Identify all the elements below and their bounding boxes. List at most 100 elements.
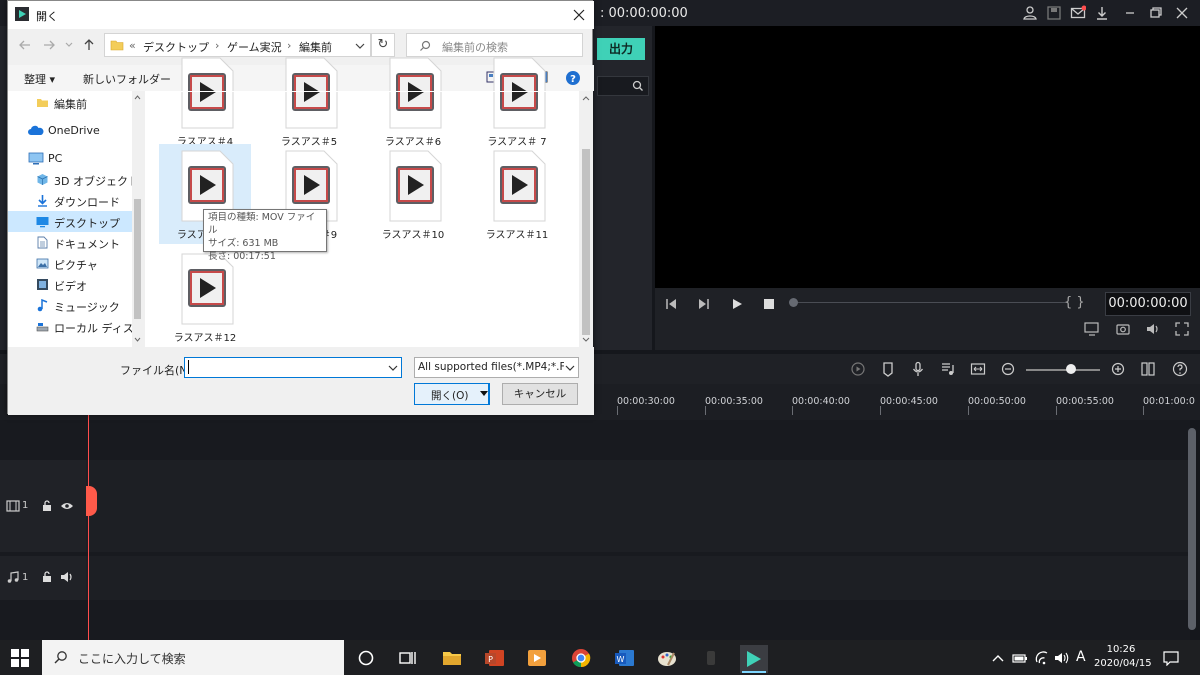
history-dropdown-icon[interactable] <box>64 41 74 49</box>
nav-item-videos[interactable]: ビデオ <box>8 274 132 295</box>
paint-icon[interactable] <box>656 647 678 669</box>
preview-scrubber[interactable] <box>795 302 1067 303</box>
forward-arrow-icon[interactable] <box>42 38 56 52</box>
video-file-item[interactable]: ラスアス＃6 <box>367 51 459 151</box>
scrubber-handle[interactable] <box>789 298 798 307</box>
nav-item-downloads[interactable]: ダウンロード <box>8 190 132 211</box>
file-type-filter[interactable]: All supported files(*.MP4;*.FLV; <box>414 357 579 378</box>
nav-item-onedrive[interactable]: OneDrive <box>8 120 132 141</box>
zoom-out-icon[interactable] <box>1000 361 1016 377</box>
organize-button[interactable]: 整理 ▾ <box>24 71 55 87</box>
mark-in-out-icon[interactable]: { } <box>1064 295 1085 310</box>
zoom-in-icon[interactable] <box>1110 361 1126 377</box>
file-explorer-icon[interactable] <box>441 647 463 669</box>
step-back-icon[interactable] <box>664 297 678 311</box>
media-search-input[interactable] <box>597 76 649 96</box>
nav-item-folder[interactable]: 編集前 <box>8 92 132 113</box>
audio-track[interactable] <box>0 556 1190 600</box>
mail-icon[interactable] <box>1070 5 1086 21</box>
export-button[interactable]: 出力 <box>597 38 645 60</box>
app-icon[interactable] <box>700 647 722 669</box>
speaker-icon[interactable] <box>60 570 74 584</box>
filename-input[interactable] <box>184 357 402 378</box>
task-view-icon[interactable] <box>396 647 418 669</box>
new-folder-button[interactable]: 新しいフォルダー <box>83 71 171 87</box>
video-file-item[interactable]: ラスアス＃4 <box>159 51 251 151</box>
open-button-label: 開く(O) <box>431 390 469 402</box>
nav-item-pc[interactable]: PC <box>8 148 132 169</box>
battery-icon[interactable] <box>1012 651 1028 665</box>
nav-scroll-thumb[interactable] <box>134 199 141 319</box>
windows-start-icon[interactable] <box>10 648 30 668</box>
display-settings-icon[interactable] <box>1084 322 1100 336</box>
eye-icon[interactable] <box>60 499 74 513</box>
cancel-button[interactable]: キャンセル <box>502 383 578 405</box>
chevron-down-icon[interactable] <box>388 365 398 372</box>
video-file-item[interactable]: ラスアス＃5 <box>263 51 355 151</box>
help-icon[interactable] <box>1172 361 1188 377</box>
scroll-down-icon[interactable] <box>134 337 141 343</box>
chevron-down-icon[interactable] <box>355 42 365 50</box>
account-icon[interactable] <box>1022 5 1038 21</box>
volume-icon[interactable] <box>1146 322 1160 336</box>
voiceover-list-icon[interactable] <box>940 361 956 377</box>
nav-item-documents[interactable]: ドキュメント <box>8 232 132 253</box>
video-track[interactable] <box>0 460 1190 552</box>
back-arrow-icon[interactable] <box>18 38 32 52</box>
breadcrumb-overflow[interactable]: « <box>129 39 136 52</box>
chevron-down-icon[interactable] <box>565 365 575 372</box>
word-icon[interactable]: W <box>614 647 636 669</box>
scroll-down-icon[interactable] <box>582 337 590 343</box>
restore-icon[interactable] <box>1148 5 1164 21</box>
lock-icon[interactable] <box>40 570 54 584</box>
play-icon[interactable] <box>730 297 744 311</box>
chevron-up-icon[interactable] <box>990 650 1006 666</box>
stop-icon[interactable] <box>762 297 776 311</box>
help-icon[interactable]: ? <box>565 70 581 86</box>
playhead-handle[interactable] <box>86 486 97 516</box>
open-dropdown-icon[interactable] <box>480 391 488 397</box>
up-arrow-icon[interactable] <box>82 38 96 52</box>
notification-icon[interactable] <box>1162 650 1180 666</box>
nav-item-3d-objects[interactable]: 3D オブジェクト <box>8 169 132 190</box>
wifi-icon[interactable] <box>1034 650 1050 666</box>
close-window-icon[interactable] <box>1174 5 1190 21</box>
video-file-item[interactable]: ラスアス＃11 <box>471 144 563 244</box>
fit-timeline-icon[interactable] <box>970 361 986 377</box>
zoom-slider-handle[interactable] <box>1066 364 1076 374</box>
lock-icon[interactable] <box>40 499 54 513</box>
microphone-icon[interactable] <box>910 361 926 377</box>
filmora-app-icon[interactable] <box>740 645 768 673</box>
save-icon[interactable] <box>1046 5 1062 21</box>
powerpoint-icon[interactable]: P <box>484 647 506 669</box>
scroll-up-icon[interactable] <box>582 95 590 101</box>
close-icon[interactable] <box>573 9 585 21</box>
download-update-icon[interactable] <box>1094 5 1110 21</box>
marker-icon[interactable] <box>880 361 896 377</box>
ime-indicator[interactable]: A <box>1076 649 1086 665</box>
taskbar-clock[interactable]: 10:26 2020/04/15 <box>1094 643 1152 671</box>
nav-item-music[interactable]: ミュージック <box>8 295 132 316</box>
render-preview-icon[interactable] <box>850 361 866 377</box>
open-button[interactable]: 開く(O) <box>414 383 490 405</box>
taskbar-search-placeholder: ここに入力して検索 <box>78 652 186 666</box>
nav-item-pictures[interactable]: ピクチャ <box>8 253 132 274</box>
video-file-item[interactable]: ラスアス＃10 <box>367 144 459 244</box>
chrome-icon[interactable] <box>570 647 592 669</box>
scroll-up-icon[interactable] <box>134 94 141 100</box>
cortana-icon[interactable] <box>355 647 377 669</box>
video-file-item[interactable]: ラスアス＃ 7 <box>471 51 563 151</box>
nav-item-local-disk[interactable]: ローカル ディスク (C <box>8 316 132 337</box>
file-list-scroll-thumb[interactable] <box>582 149 590 335</box>
taskbar-search-box[interactable]: ここに入力して検索 <box>42 640 344 675</box>
volume-icon[interactable] <box>1054 650 1070 666</box>
video-app-icon[interactable] <box>526 647 548 669</box>
timeline-scrollbar[interactable] <box>1188 428 1196 630</box>
snapshot-icon[interactable] <box>1116 322 1130 336</box>
track-layout-icon[interactable] <box>1140 361 1156 377</box>
fullscreen-icon[interactable] <box>1175 322 1189 336</box>
nav-item-desktop[interactable]: デスクトップ <box>8 211 132 232</box>
zoom-slider[interactable] <box>1026 369 1100 371</box>
minimize-icon[interactable] <box>1122 5 1138 21</box>
step-forward-icon[interactable] <box>697 297 711 311</box>
